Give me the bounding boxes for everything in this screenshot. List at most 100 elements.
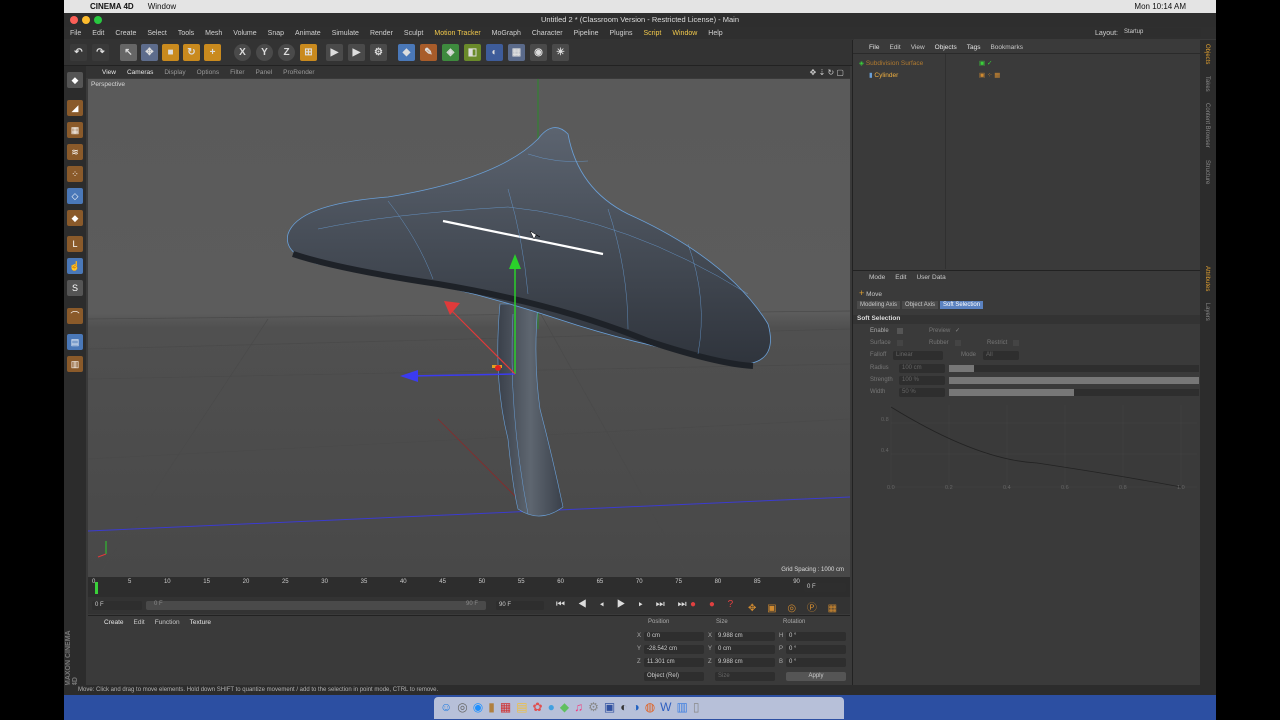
objects-menu-file[interactable]: File	[869, 44, 879, 53]
position-x-field[interactable]: 0 cm	[644, 632, 704, 641]
minimize-window-button[interactable]	[82, 16, 90, 24]
rotation-h-field[interactable]: 0 °	[786, 632, 846, 641]
tab-soft-selection[interactable]: Soft Selection	[940, 301, 984, 309]
menu-pipeline[interactable]: Pipeline	[574, 30, 599, 37]
safari-icon[interactable]: ◉	[473, 700, 483, 714]
render-view-icon[interactable]: ▶	[326, 44, 343, 61]
object-row-subdivision[interactable]: ◈ Subdivision Surface	[859, 59, 923, 67]
light-icon[interactable]: ☀	[552, 44, 569, 61]
launchpad-icon[interactable]: ◎	[457, 700, 467, 714]
current-frame-field[interactable]: 0 F	[804, 583, 846, 592]
calendar-icon[interactable]: ▦	[500, 700, 511, 714]
surface-checkbox[interactable]	[897, 340, 903, 346]
menu-motion-tracker[interactable]: Motion Tracker	[434, 30, 480, 37]
objects-menu-edit[interactable]: Edit	[889, 44, 900, 53]
viewport-menu-options[interactable]: Options	[197, 69, 219, 76]
polygons-mode-icon[interactable]: ◆	[67, 210, 83, 226]
workplane-icon[interactable]: ≋	[67, 144, 83, 160]
falloff-graph[interactable]: 0.8 0.4 0.0 0.2 0.4 0.6 0.8 1.0	[881, 405, 1199, 493]
menu-volume[interactable]: Volume	[233, 30, 256, 37]
objects-menu-tags[interactable]: Tags	[967, 44, 981, 53]
make-editable-icon[interactable]: ◆	[67, 72, 83, 88]
objects-menu-bookmarks[interactable]: Bookmarks	[990, 44, 1023, 53]
word-icon[interactable]: W	[660, 700, 671, 714]
downloads-icon[interactable]: ▥	[677, 700, 688, 714]
y-axis-lock-icon[interactable]: Y	[256, 44, 273, 61]
menu-script[interactable]: Script	[643, 30, 661, 37]
axis-mode-icon[interactable]: L	[67, 236, 83, 252]
subdivision-surface-icon[interactable]: ◈	[442, 44, 459, 61]
side-tab-objects[interactable]: Objects	[1204, 44, 1210, 64]
contacts-icon[interactable]: ▮	[488, 700, 495, 714]
playhead[interactable]	[95, 582, 98, 594]
rubber-checkbox[interactable]	[955, 340, 961, 346]
material-menu-create[interactable]: Create	[104, 619, 124, 626]
rotation-p-field[interactable]: 0 °	[786, 645, 846, 654]
model-mode-icon[interactable]: ◢	[67, 100, 83, 116]
objects-menu-objects[interactable]: Objects	[935, 44, 957, 53]
side-tab-takes[interactable]: Takes	[1204, 76, 1210, 92]
enable-checkbox[interactable]	[897, 328, 903, 334]
finder-icon[interactable]: ☺	[440, 700, 452, 714]
menu-edit[interactable]: Edit	[92, 30, 104, 37]
start-frame-field[interactable]: 0 F	[92, 601, 142, 610]
range-slider[interactable]: 0 F 90 F	[146, 601, 486, 610]
coord-size-select[interactable]: Size	[715, 672, 775, 681]
width-field[interactable]: 50 %	[899, 388, 945, 397]
array-icon[interactable]: ◧	[464, 44, 481, 61]
side-tab-content-browser[interactable]: Content Browser	[1204, 103, 1210, 148]
side-tab-layers[interactable]: Layers	[1204, 303, 1210, 321]
side-tab-structure[interactable]: Structure	[1204, 160, 1210, 184]
snap-icon[interactable]: S	[67, 280, 83, 296]
z-axis-lock-icon[interactable]: Z	[278, 44, 295, 61]
object-name[interactable]: Cylinder	[874, 72, 898, 79]
preferences-icon[interactable]: ⚙	[588, 700, 599, 714]
viewport-menu-view[interactable]: View	[102, 69, 116, 76]
attr-menu-mode[interactable]: Mode	[869, 274, 885, 283]
menu-simulate[interactable]: Simulate	[332, 30, 359, 37]
size-z-field[interactable]: 9.988 cm	[715, 658, 775, 667]
pen-spline-icon[interactable]: ✎	[420, 44, 437, 61]
3d-viewport[interactable]: Perspective Grid Spacing : 1000 cm	[88, 79, 850, 577]
undo-icon[interactable]: ↶	[70, 44, 87, 61]
viewport-menu-cameras[interactable]: Cameras	[127, 69, 153, 76]
edges-mode-icon[interactable]: ◇	[67, 188, 83, 204]
menu-select[interactable]: Select	[147, 30, 166, 37]
size-y-field[interactable]: 0 cm	[715, 645, 775, 654]
radius-slider-track[interactable]	[949, 365, 1199, 372]
radius-field[interactable]: 100 cm	[899, 364, 945, 373]
menu-plugins[interactable]: Plugins	[610, 30, 633, 37]
viewport-menu-panel[interactable]: Panel	[256, 69, 273, 76]
menu-animate[interactable]: Animate	[295, 30, 321, 37]
timeline-ruler[interactable]: 0 5 10 15 20 25 30 35 40 45 50 55 60 65 …	[88, 577, 850, 597]
trash-icon[interactable]: ▯	[693, 700, 700, 714]
position-y-field[interactable]: -28.542 cm	[644, 645, 704, 654]
apply-button[interactable]: Apply	[786, 672, 846, 681]
menu-tools[interactable]: Tools	[178, 30, 194, 37]
points-mode-icon[interactable]: ⁘	[67, 166, 83, 182]
menu-file[interactable]: File	[70, 30, 81, 37]
app-icon[interactable]: ◑	[632, 700, 639, 714]
material-menu-texture[interactable]: Texture	[190, 619, 211, 626]
viewport-menu-prorender[interactable]: ProRender	[283, 69, 314, 76]
material-menu-function[interactable]: Function	[155, 619, 180, 626]
material-menu-edit[interactable]: Edit	[134, 619, 145, 626]
coord-mode-select[interactable]: Object (Rel)	[644, 672, 704, 681]
menu-character[interactable]: Character	[532, 30, 563, 37]
texture-mode-icon[interactable]: ▦	[67, 122, 83, 138]
menu-create[interactable]: Create	[115, 30, 136, 37]
position-z-field[interactable]: 11.301 cm	[644, 658, 704, 667]
restrict-checkbox[interactable]	[1013, 340, 1019, 346]
rotation-b-field[interactable]: 0 °	[786, 658, 846, 667]
sculpt-icon[interactable]: ⌒	[67, 308, 83, 324]
attr-menu-user-data[interactable]: User Data	[916, 274, 945, 283]
tweak-mode-icon[interactable]: ☝	[67, 258, 83, 274]
firefox-icon[interactable]: ◍	[645, 700, 655, 714]
objects-menu-view[interactable]: View	[911, 44, 925, 53]
mac-app-name[interactable]: CINEMA 4D	[90, 2, 134, 11]
locked-workplane-icon[interactable]: ▥	[67, 356, 83, 372]
viewport-menu-filter[interactable]: Filter	[230, 69, 244, 76]
strength-slider-track[interactable]	[949, 377, 1199, 384]
notes-icon[interactable]: ▤	[516, 700, 527, 714]
floor-icon[interactable]: ▦	[508, 44, 525, 61]
